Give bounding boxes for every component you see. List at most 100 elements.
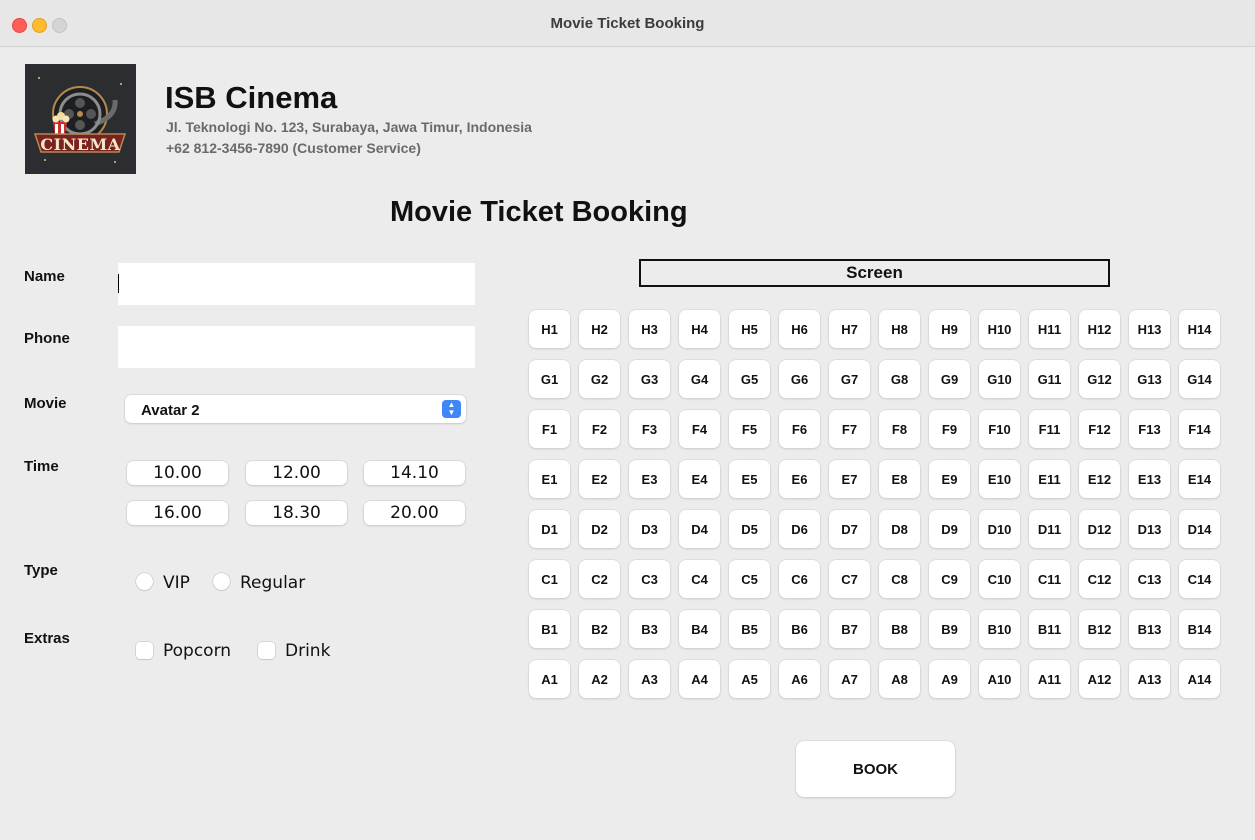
seat-B6[interactable]: B6 [779, 610, 820, 648]
seat-A5[interactable]: A5 [729, 660, 770, 698]
seat-G14[interactable]: G14 [1179, 360, 1220, 398]
seat-D6[interactable]: D6 [779, 510, 820, 548]
seat-B8[interactable]: B8 [879, 610, 920, 648]
type-vip-radio[interactable] [136, 573, 153, 590]
seat-F8[interactable]: F8 [879, 410, 920, 448]
seat-D8[interactable]: D8 [879, 510, 920, 548]
seat-D13[interactable]: D13 [1129, 510, 1170, 548]
phone-input[interactable] [118, 326, 475, 368]
seat-H10[interactable]: H10 [979, 310, 1020, 348]
seat-D9[interactable]: D9 [929, 510, 970, 548]
seat-E14[interactable]: E14 [1179, 460, 1220, 498]
seat-C8[interactable]: C8 [879, 560, 920, 598]
seat-F12[interactable]: F12 [1079, 410, 1120, 448]
seat-H1[interactable]: H1 [529, 310, 570, 348]
type-regular-radio[interactable] [213, 573, 230, 590]
seat-B9[interactable]: B9 [929, 610, 970, 648]
seat-E2[interactable]: E2 [579, 460, 620, 498]
seat-H5[interactable]: H5 [729, 310, 770, 348]
time-button-1600[interactable]: 16.00 [127, 501, 228, 525]
seat-C13[interactable]: C13 [1129, 560, 1170, 598]
seat-E13[interactable]: E13 [1129, 460, 1170, 498]
seat-B1[interactable]: B1 [529, 610, 570, 648]
seat-E1[interactable]: E1 [529, 460, 570, 498]
seat-F1[interactable]: F1 [529, 410, 570, 448]
seat-E9[interactable]: E9 [929, 460, 970, 498]
seat-F6[interactable]: F6 [779, 410, 820, 448]
seat-E8[interactable]: E8 [879, 460, 920, 498]
seat-G8[interactable]: G8 [879, 360, 920, 398]
seat-C12[interactable]: C12 [1079, 560, 1120, 598]
seat-B12[interactable]: B12 [1079, 610, 1120, 648]
seat-C11[interactable]: C11 [1029, 560, 1070, 598]
seat-A11[interactable]: A11 [1029, 660, 1070, 698]
seat-F13[interactable]: F13 [1129, 410, 1170, 448]
seat-E10[interactable]: E10 [979, 460, 1020, 498]
seat-G11[interactable]: G11 [1029, 360, 1070, 398]
seat-H7[interactable]: H7 [829, 310, 870, 348]
seat-C7[interactable]: C7 [829, 560, 870, 598]
seat-D3[interactable]: D3 [629, 510, 670, 548]
seat-A4[interactable]: A4 [679, 660, 720, 698]
seat-C5[interactable]: C5 [729, 560, 770, 598]
seat-B13[interactable]: B13 [1129, 610, 1170, 648]
seat-D1[interactable]: D1 [529, 510, 570, 548]
seat-D12[interactable]: D12 [1079, 510, 1120, 548]
seat-H3[interactable]: H3 [629, 310, 670, 348]
seat-H9[interactable]: H9 [929, 310, 970, 348]
seat-A8[interactable]: A8 [879, 660, 920, 698]
seat-D14[interactable]: D14 [1179, 510, 1220, 548]
seat-G1[interactable]: G1 [529, 360, 570, 398]
seat-F2[interactable]: F2 [579, 410, 620, 448]
seat-E4[interactable]: E4 [679, 460, 720, 498]
seat-E11[interactable]: E11 [1029, 460, 1070, 498]
seat-G5[interactable]: G5 [729, 360, 770, 398]
seat-G12[interactable]: G12 [1079, 360, 1120, 398]
seat-C3[interactable]: C3 [629, 560, 670, 598]
seat-D7[interactable]: D7 [829, 510, 870, 548]
time-button-1830[interactable]: 18.30 [246, 501, 347, 525]
movie-select[interactable]: Avatar 2 ▲ ▼ [125, 395, 466, 423]
name-input[interactable] [118, 263, 475, 305]
seat-H2[interactable]: H2 [579, 310, 620, 348]
seat-H13[interactable]: H13 [1129, 310, 1170, 348]
seat-G7[interactable]: G7 [829, 360, 870, 398]
seat-C6[interactable]: C6 [779, 560, 820, 598]
seat-H6[interactable]: H6 [779, 310, 820, 348]
seat-E12[interactable]: E12 [1079, 460, 1120, 498]
seat-F11[interactable]: F11 [1029, 410, 1070, 448]
seat-F7[interactable]: F7 [829, 410, 870, 448]
seat-A14[interactable]: A14 [1179, 660, 1220, 698]
seat-D2[interactable]: D2 [579, 510, 620, 548]
time-button-1000[interactable]: 10.00 [127, 461, 228, 485]
extras-popcorn-checkbox[interactable] [136, 642, 153, 659]
seat-G10[interactable]: G10 [979, 360, 1020, 398]
book-button[interactable]: BOOK [796, 741, 955, 797]
seat-A6[interactable]: A6 [779, 660, 820, 698]
time-button-1410[interactable]: 14.10 [364, 461, 465, 485]
seat-E6[interactable]: E6 [779, 460, 820, 498]
seat-C10[interactable]: C10 [979, 560, 1020, 598]
seat-B5[interactable]: B5 [729, 610, 770, 648]
seat-B2[interactable]: B2 [579, 610, 620, 648]
seat-A10[interactable]: A10 [979, 660, 1020, 698]
seat-B10[interactable]: B10 [979, 610, 1020, 648]
seat-B4[interactable]: B4 [679, 610, 720, 648]
seat-A1[interactable]: A1 [529, 660, 570, 698]
seat-D11[interactable]: D11 [1029, 510, 1070, 548]
seat-A3[interactable]: A3 [629, 660, 670, 698]
seat-C1[interactable]: C1 [529, 560, 570, 598]
seat-H12[interactable]: H12 [1079, 310, 1120, 348]
seat-C14[interactable]: C14 [1179, 560, 1220, 598]
seat-F3[interactable]: F3 [629, 410, 670, 448]
seat-G6[interactable]: G6 [779, 360, 820, 398]
seat-F14[interactable]: F14 [1179, 410, 1220, 448]
seat-A7[interactable]: A7 [829, 660, 870, 698]
seat-E3[interactable]: E3 [629, 460, 670, 498]
seat-A2[interactable]: A2 [579, 660, 620, 698]
seat-H8[interactable]: H8 [879, 310, 920, 348]
seat-A13[interactable]: A13 [1129, 660, 1170, 698]
seat-D5[interactable]: D5 [729, 510, 770, 548]
seat-F5[interactable]: F5 [729, 410, 770, 448]
seat-H14[interactable]: H14 [1179, 310, 1220, 348]
